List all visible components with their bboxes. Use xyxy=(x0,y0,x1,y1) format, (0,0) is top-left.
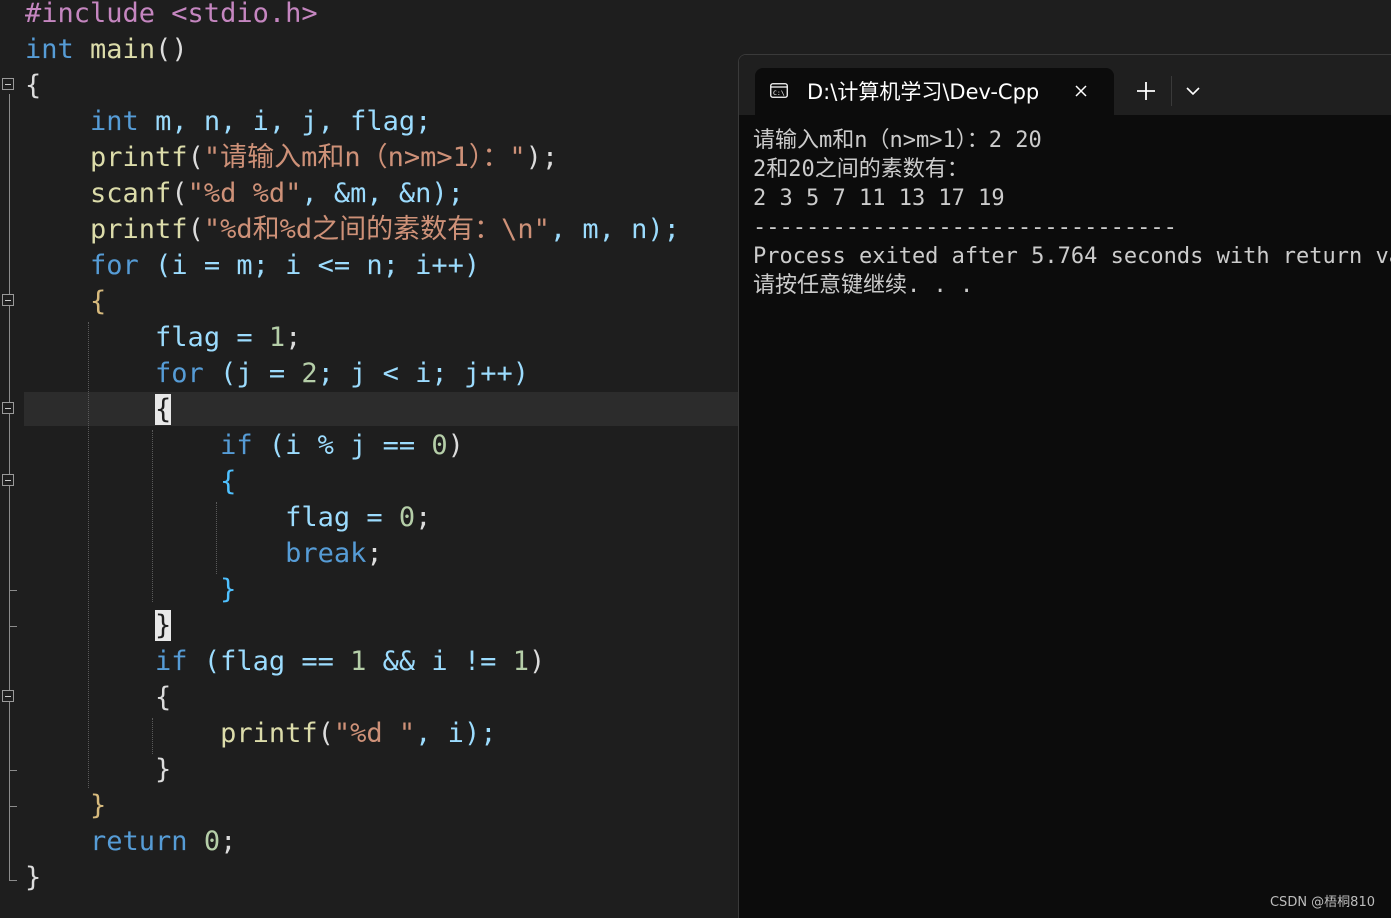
code-line-16: break; xyxy=(285,538,383,569)
code-line-12: { xyxy=(25,392,680,428)
code-line-18: } xyxy=(155,610,172,641)
tab-separator xyxy=(1171,76,1172,106)
code-line-9: { xyxy=(90,286,107,317)
code-line-7: printf("%d和%d之间的素数有：\n", m, n); xyxy=(90,214,680,245)
output-separator: -------------------------------- xyxy=(753,215,1177,240)
code-line-5: printf("请输入m和n（n>m>1）："); xyxy=(90,142,559,173)
console-window[interactable]: C:\ D:\计算机学习\Dev-Cpp 请输入m和n（n>m>1）：2 20 2… xyxy=(738,54,1391,918)
code-line-14: { xyxy=(220,466,237,497)
code-line-19: if (flag == 1 && i != 1) xyxy=(155,646,546,677)
watermark: CSDN @梧桐810 xyxy=(1269,895,1375,910)
terminal-icon: C:\ xyxy=(770,83,788,98)
fold-toggle-inner-for[interactable] xyxy=(2,402,14,414)
code-editor[interactable]: #include <stdio.h> int main() { int m, n, … xyxy=(0,0,740,917)
fold-end-marker xyxy=(9,590,17,591)
fold-toggle-print-if[interactable] xyxy=(2,690,14,702)
fold-gutter-line xyxy=(9,94,10,880)
source-code[interactable]: #include <stdio.h> int main() { int m, n, … xyxy=(25,0,680,896)
chevron-down-icon[interactable] xyxy=(1185,85,1201,97)
code-line-25: } xyxy=(25,862,42,893)
fold-end-marker xyxy=(9,770,17,771)
code-line-22: } xyxy=(25,754,172,785)
code-line-10: flag = 1; xyxy=(155,322,302,353)
output-line: Process exited after 5.764 seconds with … xyxy=(753,244,1391,269)
code-line-23: } xyxy=(90,790,107,821)
fold-toggle-outer-for[interactable] xyxy=(2,294,14,306)
fold-end-marker xyxy=(9,806,17,807)
console-output: 请输入m和n（n>m>1）：2 20 2和20之间的素数有： 2 3 5 7 11 … xyxy=(753,126,1391,300)
output-line: 2和20之间的素数有： xyxy=(753,157,969,182)
fold-toggle-if[interactable] xyxy=(2,474,14,486)
code-line-11: for (j = 2; j < i; j++) xyxy=(155,358,529,389)
fold-end-marker xyxy=(9,880,17,881)
close-icon[interactable] xyxy=(1073,83,1089,99)
code-line-2: int main() xyxy=(25,34,188,65)
fold-toggle-main[interactable] xyxy=(2,78,14,90)
plus-icon[interactable] xyxy=(1135,80,1157,102)
tab-title: D:\计算机学习\Dev-Cpp xyxy=(807,80,1040,104)
code-line-17: } xyxy=(220,574,237,605)
code-line-15: flag = 0; xyxy=(285,502,432,533)
terminal-tab[interactable]: C:\ D:\计算机学习\Dev-Cpp xyxy=(755,68,1114,115)
code-line-6: scanf("%d %d", &m, &n); xyxy=(90,178,464,209)
output-line: 2 3 5 7 11 13 17 19 xyxy=(753,186,1005,211)
code-line-21: printf("%d ", i); xyxy=(220,718,497,749)
output-line: 请输入m和n（n>m>1）：2 20 xyxy=(753,128,1042,153)
output-line: 请按任意键继续. . . xyxy=(753,273,974,298)
code-line-13: if (i % j == 0) xyxy=(220,430,464,461)
code-line-8: for (i = m; i <= n; i++) xyxy=(90,250,481,281)
code-line-20: { xyxy=(25,682,172,713)
terminal-tab-bar: C:\ D:\计算机学习\Dev-Cpp xyxy=(739,55,1391,115)
fold-end-marker xyxy=(9,626,17,627)
svg-text:C:\: C:\ xyxy=(773,89,785,97)
code-line-4: int m, n, i, j, flag; xyxy=(90,106,432,137)
code-line-1: #include <stdio.h> xyxy=(25,0,318,29)
text-cursor: { xyxy=(155,394,172,425)
code-line-24: return 0; xyxy=(90,826,237,857)
code-line-3: { xyxy=(25,70,42,101)
